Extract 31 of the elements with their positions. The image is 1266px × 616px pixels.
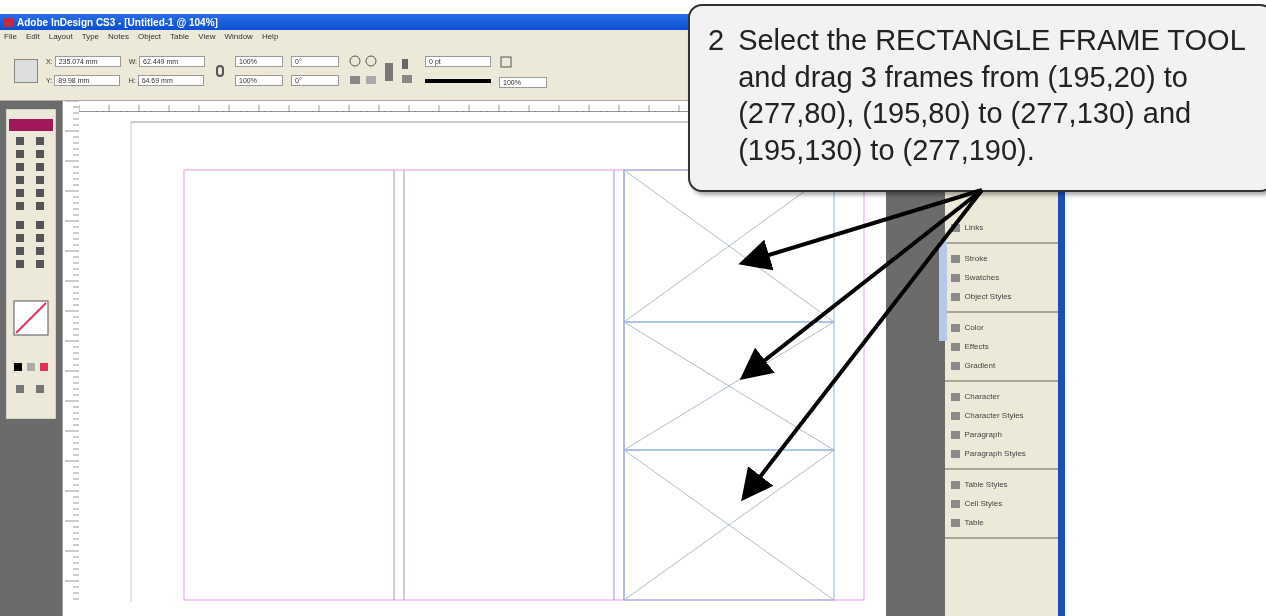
panel-item[interactable]: Object Styles: [951, 292, 1052, 301]
panel-item[interactable]: Paragraph Styles: [951, 449, 1052, 458]
menu-item[interactable]: Window: [224, 31, 253, 41]
panel-item[interactable]: Stroke: [951, 254, 1052, 263]
menu-item[interactable]: Object: [137, 31, 162, 41]
panel-item[interactable]: Table: [951, 518, 1052, 527]
panel-item[interactable]: Character: [951, 392, 1052, 401]
panel-item[interactable]: Table Styles: [951, 480, 1052, 489]
panel-item[interactable]: Character Styles: [951, 411, 1052, 420]
panel-item[interactable]: Gradient: [951, 361, 1052, 370]
menu-item[interactable]: Type: [81, 31, 100, 41]
menu-item[interactable]: Help: [261, 31, 279, 41]
toolbox-drawing[interactable]: [5, 109, 56, 419]
menu-item[interactable]: View: [198, 31, 216, 41]
instruction-text: Select the RECTANGLE FRAME TOOL and drag 3 frames from (195,20) to (277,80), (195,80) to (277,130) and (195,130) to (277,190).: [738, 23, 1246, 168]
app-icon: [4, 17, 13, 27]
panel-item[interactable]: Effects: [951, 342, 1052, 351]
menu-item[interactable]: File: [4, 31, 17, 41]
panel-item[interactable]: Cell Styles: [951, 499, 1052, 508]
reference-point-icon[interactable]: [14, 59, 38, 83]
menu-item[interactable]: Edit: [25, 31, 40, 41]
panel-item[interactable]: Links: [951, 223, 1052, 232]
step-number: 2: [708, 23, 725, 58]
panel-item[interactable]: Color: [951, 323, 1052, 332]
panel-item[interactable]: Swatches: [951, 273, 1052, 282]
scroll-thumb[interactable]: [939, 241, 948, 341]
menu-item[interactable]: Layout: [48, 31, 73, 41]
menu-item[interactable]: Notes: [108, 31, 129, 41]
menu-item[interactable]: Table: [170, 31, 190, 41]
panel-item[interactable]: Paragraph: [951, 430, 1052, 439]
window-title: Adobe InDesign CS3 - [Untitled-1 @ 104%]: [17, 16, 218, 28]
